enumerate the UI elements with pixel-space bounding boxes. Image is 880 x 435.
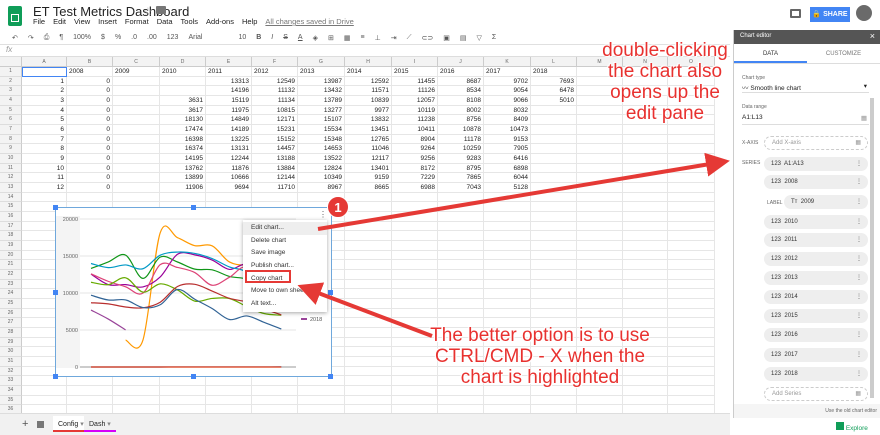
series-chip-2013[interactable]: 123 2013 ⋮ xyxy=(764,271,868,285)
more-options-icon[interactable]: ⋮ xyxy=(856,175,862,189)
chevron-down-icon: ▾ xyxy=(863,83,867,90)
series-name: A1:A13 xyxy=(784,161,804,167)
add-sheet-icon[interactable]: + xyxy=(22,418,28,430)
sheet-tab-label: Config xyxy=(58,421,79,428)
editor-scrollbar[interactable] xyxy=(870,98,874,398)
more-options-icon[interactable]: ⋮ xyxy=(856,157,862,171)
series-name: 2014 xyxy=(784,294,798,300)
add-series-placeholder: Add Series xyxy=(772,391,802,397)
series-name: 2018 xyxy=(784,371,798,377)
chart-editor-title: Chart editor xyxy=(740,33,772,39)
more-options-icon[interactable]: ⋮ xyxy=(856,328,862,342)
more-options-icon[interactable]: ⋮ xyxy=(856,309,862,323)
chart-editor-panel: Chart editor × DATA CUSTOMIZE Chart type 〰… xyxy=(733,30,880,418)
more-options-icon[interactable]: ⋮ xyxy=(856,195,862,209)
series-chip-2011[interactable]: 123 2011 ⋮ xyxy=(764,233,868,247)
more-options-icon[interactable]: ⋮ xyxy=(856,348,862,362)
chart-type-label: Chart type xyxy=(742,75,766,81)
old-editor-link[interactable]: Use the old chart editor xyxy=(734,404,880,418)
label-series-name: 2009 xyxy=(800,199,815,205)
number-type-icon: 123 xyxy=(771,332,782,338)
more-options-icon[interactable]: ⋮ xyxy=(856,215,862,229)
number-type-icon: 123 xyxy=(771,352,782,358)
sheet-tabs-bar: + Config ▾ Dash ▾ xyxy=(0,413,730,435)
sheet-tab-dash[interactable]: Dash ▾ xyxy=(84,416,116,432)
more-options-icon[interactable]: ⋮ xyxy=(856,271,862,285)
series-chip-A1:A13[interactable]: 123 A1:A13 ⋮ xyxy=(764,157,868,171)
tab-data[interactable]: DATA xyxy=(734,44,807,63)
chart-type-select[interactable]: 〰 Smooth line chart ▾ xyxy=(742,82,869,93)
arrow-to-copy-chart xyxy=(297,282,433,338)
series-chip-2018[interactable]: 123 2018 ⋮ xyxy=(764,367,868,381)
series-chip-2015[interactable]: 123 2015 ⋮ xyxy=(764,309,868,323)
number-type-icon: 123 xyxy=(771,371,782,377)
sheet-tab-label: Dash xyxy=(89,421,106,428)
data-range-input[interactable]: A1:L13 ▦ xyxy=(742,114,869,125)
series-name: 2010 xyxy=(784,219,798,225)
tab-customize[interactable]: CUSTOMIZE xyxy=(807,44,880,63)
series-name: 2012 xyxy=(784,256,798,262)
series-name: 2016 xyxy=(784,332,798,338)
number-type-icon: 123 xyxy=(771,294,782,300)
label-chip-2009[interactable]: Tт 2009 ⋮ xyxy=(784,195,868,209)
annotation-bottom: The better option is to use CTRL/CMD - X… xyxy=(430,325,650,388)
more-options-icon[interactable]: ⋮ xyxy=(856,233,862,247)
line-chart-icon: 〰 xyxy=(742,85,749,92)
editor-tabs: DATA CUSTOMIZE xyxy=(734,44,880,64)
series-chip-2017[interactable]: 123 2017 ⋮ xyxy=(764,348,868,362)
grid-select-icon[interactable]: ▦ xyxy=(855,137,861,149)
chart-editor-header: Chart editor × xyxy=(734,30,880,44)
data-range-label: Data range xyxy=(742,104,767,110)
more-options-icon[interactable]: ⋮ xyxy=(856,367,862,381)
series-name: 2015 xyxy=(784,313,798,319)
series-name: 2011 xyxy=(784,237,798,243)
number-type-icon: 123 xyxy=(771,219,782,225)
series-label: SERIES xyxy=(742,160,761,166)
more-options-icon[interactable]: ⋮ xyxy=(856,252,862,266)
chevron-down-icon: ▾ xyxy=(107,421,111,428)
annotation-top: double-clicking the chart also opens up … xyxy=(602,40,728,124)
chart-type-value: Smooth line chart xyxy=(750,85,801,92)
series-chip-2012[interactable]: 123 2012 ⋮ xyxy=(764,252,868,266)
grid-select-icon[interactable]: ▦ xyxy=(861,114,867,122)
arrow-to-editor xyxy=(317,152,730,231)
x-axis-label: X-AXIS xyxy=(742,140,759,146)
text-type-icon: Tт xyxy=(791,199,798,205)
all-sheets-icon[interactable] xyxy=(37,421,44,428)
series-chip-2008[interactable]: 123 2008 ⋮ xyxy=(764,175,868,189)
series-chip-2010[interactable]: 123 2010 ⋮ xyxy=(764,215,868,229)
explore-button[interactable]: Explore xyxy=(830,418,880,435)
add-x-axis-placeholder: Add X-axis xyxy=(772,140,802,146)
label-label: LABEL xyxy=(767,200,783,206)
close-icon[interactable]: × xyxy=(870,31,875,41)
add-series-input[interactable]: Add Series ▦ xyxy=(764,387,868,401)
number-type-icon: 123 xyxy=(771,256,782,262)
explore-icon xyxy=(836,422,844,430)
explore-label: Explore xyxy=(845,425,868,432)
more-options-icon[interactable]: ⋮ xyxy=(856,290,862,304)
number-type-icon: 123 xyxy=(771,161,782,167)
series-name: 2008 xyxy=(784,179,798,185)
series-name: 2013 xyxy=(784,275,798,281)
data-range-value: A1:L13 xyxy=(742,114,763,121)
number-type-icon: 123 xyxy=(771,237,782,243)
grid-select-icon[interactable]: ▦ xyxy=(855,388,861,400)
add-x-axis-input[interactable]: Add X-axis ▦ xyxy=(764,136,868,150)
series-chip-2016[interactable]: 123 2016 ⋮ xyxy=(764,328,868,342)
series-name: 2017 xyxy=(784,352,798,358)
number-type-icon: 123 xyxy=(771,275,782,281)
number-type-icon: 123 xyxy=(771,179,782,185)
series-chip-2014[interactable]: 123 2014 ⋮ xyxy=(764,290,868,304)
number-type-icon: 123 xyxy=(771,313,782,319)
